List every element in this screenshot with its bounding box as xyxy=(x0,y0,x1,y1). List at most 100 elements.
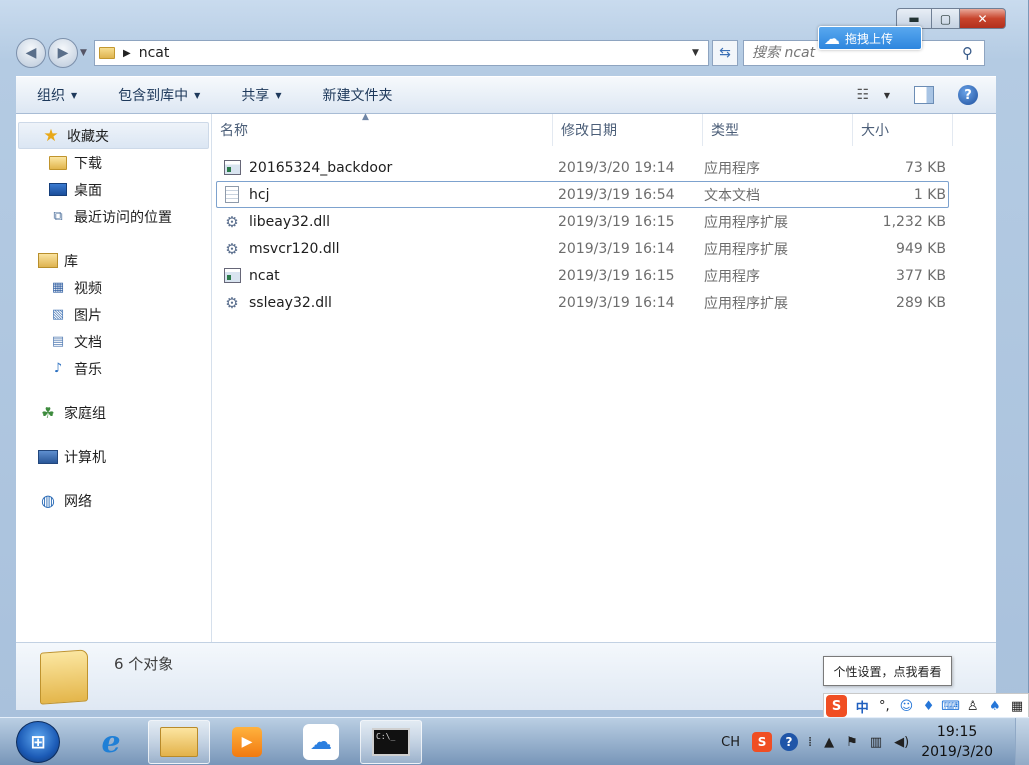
taskbar-windows-explorer[interactable] xyxy=(148,720,210,764)
start-button[interactable]: ⊞ xyxy=(16,721,60,763)
ime-mode-toggle[interactable]: 中 xyxy=(851,697,873,716)
sidebar-item-computer[interactable]: 计算机 xyxy=(16,443,211,470)
computer-icon xyxy=(38,449,58,465)
sidebar-item-network[interactable]: ◍ 网络 xyxy=(16,487,211,514)
sogou-logo-icon[interactable]: S xyxy=(826,695,848,717)
sidebar-item-recent-places[interactable]: ⧉ 最近访问的位置 xyxy=(16,203,211,230)
pictures-icon: ▧ xyxy=(51,307,65,322)
action-center-icon[interactable]: ⚑ xyxy=(846,735,858,750)
column-header-name[interactable]: ▲ 名称 xyxy=(212,112,553,146)
clock-time: 19:15 xyxy=(936,724,978,740)
documents-icon: ▤ xyxy=(51,334,65,349)
forward-button[interactable]: ▶ xyxy=(48,38,78,68)
toolbox-icon[interactable]: ▦ xyxy=(1006,699,1028,714)
file-row[interactable]: ncat 2019/3/19 16:15 应用程序 377 KB xyxy=(216,262,949,289)
preview-pane-icon[interactable] xyxy=(914,86,934,104)
microphone-icon[interactable]: ♦ xyxy=(917,699,939,714)
sidebar-item-label: 视频 xyxy=(74,280,102,297)
library-icon xyxy=(38,253,58,269)
downloads-folder-icon xyxy=(48,155,68,171)
sidebar-item-label: 计算机 xyxy=(64,449,106,466)
view-options-icon[interactable]: ☷ xyxy=(852,87,874,103)
file-row[interactable]: hcj 2019/3/19 16:54 文本文档 1 KB xyxy=(216,181,949,208)
help-icon[interactable]: ? xyxy=(958,85,978,105)
network-status-icon[interactable]: ▥ xyxy=(870,735,882,750)
taskbar-command-prompt[interactable]: C:\_ xyxy=(360,720,422,764)
user-icon[interactable]: ♙ xyxy=(962,699,984,714)
ime-options-icon[interactable]: ⁞ xyxy=(808,735,812,750)
view-dropdown-icon[interactable]: ▼ xyxy=(884,91,890,100)
chevron-down-icon: ▼ xyxy=(194,90,201,100)
baidu-upload-widget[interactable]: ☁ 拖拽上传 xyxy=(818,26,922,50)
sogou-tray-icon[interactable]: S xyxy=(752,732,773,752)
address-bar[interactable]: ▶ ncat ▼ xyxy=(94,40,709,66)
new-folder-label: 新建文件夹 xyxy=(322,88,393,104)
sidebar-item-pictures[interactable]: ▧ 图片 xyxy=(16,301,211,328)
file-row[interactable]: 20165324_backdoor 2019/3/20 19:14 应用程序 7… xyxy=(216,154,949,181)
close-button[interactable]: ✕ xyxy=(960,8,1006,29)
taskbar-internet-explorer[interactable]: e xyxy=(80,720,142,764)
video-icon: ▦ xyxy=(51,280,65,295)
taskbar-video-player[interactable]: ▶ xyxy=(216,720,278,764)
sidebar-item-videos[interactable]: ▦ 视频 xyxy=(16,274,211,301)
file-date: 2019/3/19 16:54 xyxy=(558,186,675,203)
volume-icon[interactable]: ◀) xyxy=(894,735,909,750)
star-icon: ★ xyxy=(43,125,59,146)
maximize-button[interactable]: ▢ xyxy=(932,8,960,29)
large-folder-icon xyxy=(40,649,88,705)
sidebar-item-desktop[interactable]: 桌面 xyxy=(16,176,211,203)
language-indicator[interactable]: CH xyxy=(721,735,740,750)
recent-places-icon: ⧉ xyxy=(53,209,63,224)
column-header-size[interactable]: 大小 xyxy=(853,114,953,146)
help-tray-icon[interactable]: ? xyxy=(780,733,799,751)
sidebar-item-documents[interactable]: ▤ 文档 xyxy=(16,328,211,355)
column-headers: ▲ 名称 修改日期 类型 大小 xyxy=(212,112,996,146)
search-icon[interactable]: ⚲ xyxy=(962,44,984,62)
file-type: 应用程序 xyxy=(704,268,760,285)
file-date: 2019/3/19 16:14 xyxy=(558,294,675,311)
file-row[interactable]: ⚙ ssleay32.dll 2019/3/19 16:14 应用程序扩展 289… xyxy=(216,289,949,316)
back-arrow-icon: ◀ xyxy=(25,45,37,61)
sidebar-item-favorites[interactable]: ★ 收藏夹 xyxy=(18,122,209,149)
show-hidden-icons[interactable]: ▲ xyxy=(824,735,834,750)
skin-icon[interactable]: ♠ xyxy=(984,699,1006,714)
baidu-cloud-icon: ☁ xyxy=(824,28,840,48)
file-rows: 20165324_backdoor 2019/3/20 19:14 应用程序 7… xyxy=(212,154,996,316)
sidebar-item-downloads[interactable]: 下载 xyxy=(16,149,211,176)
text-file-icon xyxy=(223,186,241,203)
emoji-icon[interactable]: ☺ xyxy=(895,699,917,714)
clock[interactable]: 19:15 2019/3/20 xyxy=(921,722,993,762)
include-in-library-menu[interactable]: 包含到库中 ▼ xyxy=(97,85,220,105)
address-dropdown-icon[interactable]: ▼ xyxy=(692,48,708,58)
include-library-label: 包含到库中 xyxy=(118,88,189,104)
refresh-button[interactable]: ⇆ xyxy=(712,40,738,66)
breadcrumb-arrow-icon[interactable]: ▶ xyxy=(123,48,131,59)
sidebar-item-music[interactable]: ♪ 音乐 xyxy=(16,355,211,382)
file-name-cell: ⚙ ssleay32.dll xyxy=(217,294,554,312)
taskbar-baidu-netdisk[interactable]: ☁ xyxy=(290,720,352,764)
punctuation-icon[interactable]: °, xyxy=(873,699,895,714)
keyboard-icon[interactable]: ⌨ xyxy=(940,699,962,714)
explorer-folder-icon xyxy=(160,727,198,757)
refresh-icon: ⇆ xyxy=(719,45,731,61)
column-header-date[interactable]: 修改日期 xyxy=(553,114,703,146)
recent-pages-dropdown[interactable]: ▼ xyxy=(80,48,92,58)
file-row[interactable]: ⚙ libeay32.dll 2019/3/19 16:15 应用程序扩展 1,2… xyxy=(216,208,949,235)
exe-icon xyxy=(223,159,241,176)
organize-menu[interactable]: 组织 ▼ xyxy=(16,85,97,105)
video-player-icon: ▶ xyxy=(232,727,262,757)
new-folder-button[interactable]: 新建文件夹 xyxy=(301,85,412,105)
computer-group: 计算机 xyxy=(16,443,211,470)
column-header-type[interactable]: 类型 xyxy=(703,114,853,146)
back-button[interactable]: ◀ xyxy=(16,38,46,68)
breadcrumb-ncat[interactable]: ncat xyxy=(139,45,692,61)
sidebar-item-libraries[interactable]: 库 xyxy=(16,247,211,274)
windows-logo-icon: ⊞ xyxy=(30,731,46,753)
command-bar-right: ☷ ▼ ? xyxy=(852,85,996,105)
share-menu[interactable]: 共享 ▼ xyxy=(220,85,301,105)
organize-label: 组织 xyxy=(37,88,65,104)
column-label: 大小 xyxy=(861,123,889,139)
file-row[interactable]: ⚙ msvcr120.dll 2019/3/19 16:14 应用程序扩展 949… xyxy=(216,235,949,262)
sidebar-item-homegroup[interactable]: ☘ 家庭组 xyxy=(16,399,211,426)
show-desktop-button[interactable] xyxy=(1015,718,1029,765)
